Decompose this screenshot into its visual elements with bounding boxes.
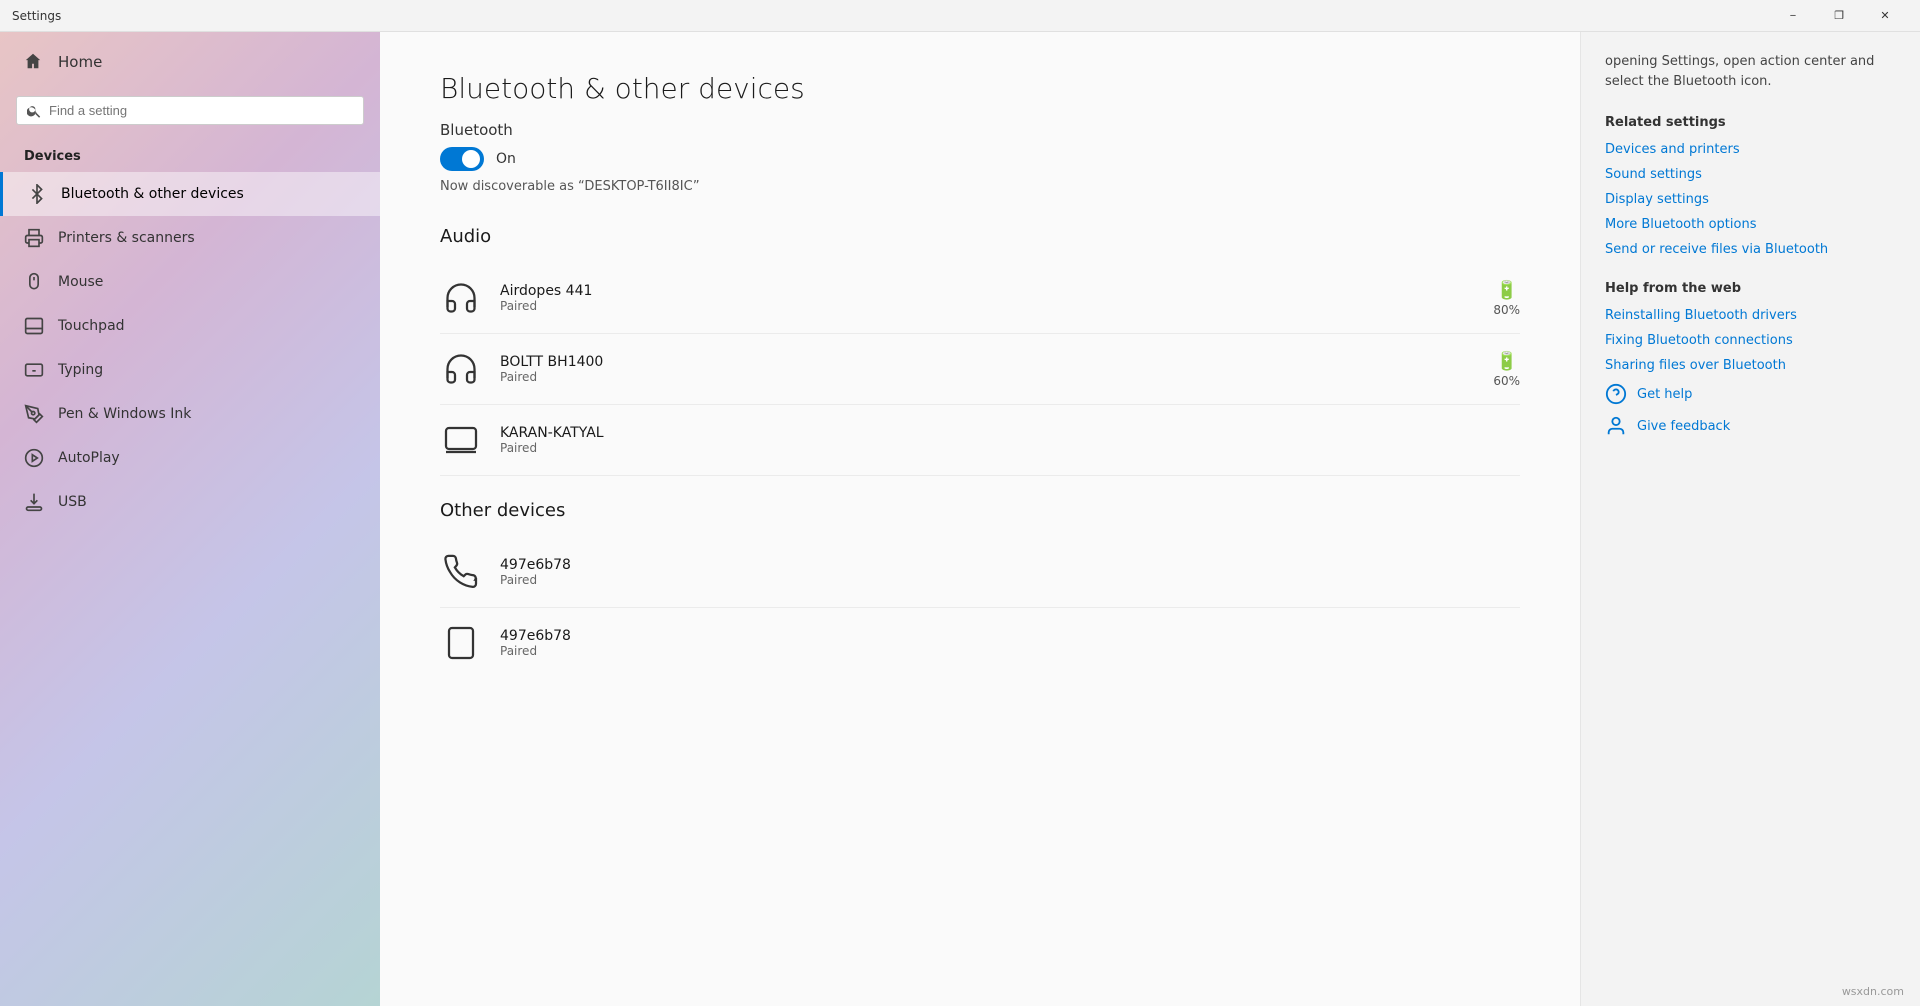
titlebar-title: Settings: [12, 9, 61, 23]
touchpad-icon: [24, 316, 44, 336]
battery-icon-boltt: 🔋: [1495, 351, 1517, 372]
close-button[interactable]: ✕: [1862, 0, 1908, 32]
device-item-karan[interactable]: KARAN-KATYAL Paired: [440, 405, 1520, 476]
main-content: Bluetooth & other devices Bluetooth On N…: [380, 32, 1580, 1006]
device-name-airdopes: Airdopes 441: [500, 283, 1475, 299]
get-help-row[interactable]: Get help: [1605, 383, 1896, 405]
battery-pct-boltt: 60%: [1493, 374, 1520, 388]
give-feedback-row[interactable]: Give feedback: [1605, 415, 1896, 437]
help-section-title: Help from the web: [1605, 281, 1896, 296]
link-reinstalling[interactable]: Reinstalling Bluetooth drivers: [1605, 308, 1896, 323]
device-info-other1: 497e6b78 Paired: [500, 557, 1520, 587]
sidebar-item-usb-label: USB: [58, 494, 87, 510]
bluetooth-toggle-label: On: [496, 151, 516, 167]
link-display-settings[interactable]: Display settings: [1605, 192, 1896, 207]
link-more-bluetooth[interactable]: More Bluetooth options: [1605, 217, 1896, 232]
link-fixing[interactable]: Fixing Bluetooth connections: [1605, 333, 1896, 348]
sidebar-section-devices: Devices: [0, 137, 380, 172]
watermark: wsxdn.com: [1842, 985, 1904, 998]
device-name-boltt: BOLTT BH1400: [500, 354, 1475, 370]
related-settings-title: Related settings: [1605, 115, 1896, 130]
device-info-other2: 497e6b78 Paired: [500, 628, 1520, 658]
sidebar-item-mouse[interactable]: Mouse: [0, 260, 380, 304]
device-status-airdopes: Paired: [500, 299, 1475, 313]
device-item-other1[interactable]: 497e6b78 Paired: [440, 537, 1520, 608]
sidebar-item-autoplay-label: AutoPlay: [58, 450, 120, 466]
device-name-other2: 497e6b78: [500, 628, 1520, 644]
device-item-other2[interactable]: 497e6b78 Paired: [440, 608, 1520, 678]
device-info-karan: KARAN-KATYAL Paired: [500, 425, 1520, 455]
device-item-boltt[interactable]: BOLTT BH1400 Paired 🔋 60%: [440, 334, 1520, 405]
sidebar-item-pen-label: Pen & Windows Ink: [58, 406, 191, 422]
link-sharing[interactable]: Sharing files over Bluetooth: [1605, 358, 1896, 373]
link-sound-settings[interactable]: Sound settings: [1605, 167, 1896, 182]
usb-icon: [24, 492, 44, 512]
search-input[interactable]: [49, 103, 353, 118]
sidebar-item-printers[interactable]: Printers & scanners: [0, 216, 380, 260]
laptop-icon-karan: [440, 419, 482, 461]
mouse-icon: [24, 272, 44, 292]
sidebar-item-bluetooth-label: Bluetooth & other devices: [61, 186, 244, 202]
sidebar-item-touchpad-label: Touchpad: [58, 318, 125, 334]
link-devices-printers[interactable]: Devices and printers: [1605, 142, 1896, 157]
titlebar-controls: − ❐ ✕: [1770, 0, 1908, 32]
search-box[interactable]: [16, 96, 364, 125]
give-feedback-label: Give feedback: [1637, 419, 1730, 434]
device-status-other1: Paired: [500, 573, 1520, 587]
bluetooth-section-label: Bluetooth: [440, 121, 1520, 139]
home-icon: [24, 52, 44, 72]
device-battery-airdopes: 🔋 80%: [1493, 280, 1520, 317]
device-name-karan: KARAN-KATYAL: [500, 425, 1520, 441]
discoverable-text: Now discoverable as “DESKTOP-T6II8IC”: [440, 179, 1520, 194]
page-title: Bluetooth & other devices: [440, 72, 1520, 105]
typing-icon: [24, 360, 44, 380]
sidebar-item-usb[interactable]: USB: [0, 480, 380, 524]
pen-icon: [24, 404, 44, 424]
sidebar-item-bluetooth[interactable]: Bluetooth & other devices: [0, 172, 380, 216]
phone-icon-other1: [440, 551, 482, 593]
bluetooth-toggle[interactable]: [440, 147, 484, 171]
bluetooth-toggle-row: On: [440, 147, 1520, 171]
sidebar-item-home[interactable]: Home: [0, 32, 380, 92]
sidebar-item-typing[interactable]: Typing: [0, 348, 380, 392]
printers-icon: [24, 228, 44, 248]
sidebar-item-typing-label: Typing: [58, 362, 103, 378]
sidebar-item-autoplay[interactable]: AutoPlay: [0, 436, 380, 480]
give-feedback-icon: [1605, 415, 1627, 437]
sidebar-item-pen[interactable]: Pen & Windows Ink: [0, 392, 380, 436]
get-help-icon: [1605, 383, 1627, 405]
battery-pct-airdopes: 80%: [1493, 303, 1520, 317]
search-icon: [27, 104, 41, 118]
sidebar-item-touchpad[interactable]: Touchpad: [0, 304, 380, 348]
headphones-icon: [440, 277, 482, 319]
device-battery-boltt: 🔋 60%: [1493, 351, 1520, 388]
autoplay-icon: [24, 448, 44, 468]
sidebar-item-printers-label: Printers & scanners: [58, 230, 195, 246]
tablet-icon-other2: [440, 622, 482, 664]
app-container: Home Devices Bluetooth & other devices: [0, 32, 1920, 1006]
headphones-icon-boltt: [440, 348, 482, 390]
titlebar: Settings − ❐ ✕: [0, 0, 1920, 32]
device-status-karan: Paired: [500, 441, 1520, 455]
other-section-title: Other devices: [440, 500, 1520, 521]
battery-icon-airdopes: 🔋: [1495, 280, 1517, 301]
audio-section-title: Audio: [440, 226, 1520, 247]
sidebar-item-mouse-label: Mouse: [58, 274, 103, 290]
device-info-airdopes: Airdopes 441 Paired: [500, 283, 1475, 313]
home-label: Home: [58, 53, 102, 71]
right-panel: opening Settings, open action center and…: [1580, 32, 1920, 1006]
bluetooth-icon: [27, 184, 47, 204]
link-send-receive[interactable]: Send or receive files via Bluetooth: [1605, 242, 1896, 257]
device-name-other1: 497e6b78: [500, 557, 1520, 573]
get-help-label: Get help: [1637, 387, 1692, 402]
device-status-boltt: Paired: [500, 370, 1475, 384]
sidebar: Home Devices Bluetooth & other devices: [0, 32, 380, 1006]
right-panel-intro: opening Settings, open action center and…: [1605, 52, 1896, 91]
minimize-button[interactable]: −: [1770, 0, 1816, 32]
maximize-button[interactable]: ❐: [1816, 0, 1862, 32]
device-status-other2: Paired: [500, 644, 1520, 658]
device-info-boltt: BOLTT BH1400 Paired: [500, 354, 1475, 384]
device-item-airdopes[interactable]: Airdopes 441 Paired 🔋 80%: [440, 263, 1520, 334]
